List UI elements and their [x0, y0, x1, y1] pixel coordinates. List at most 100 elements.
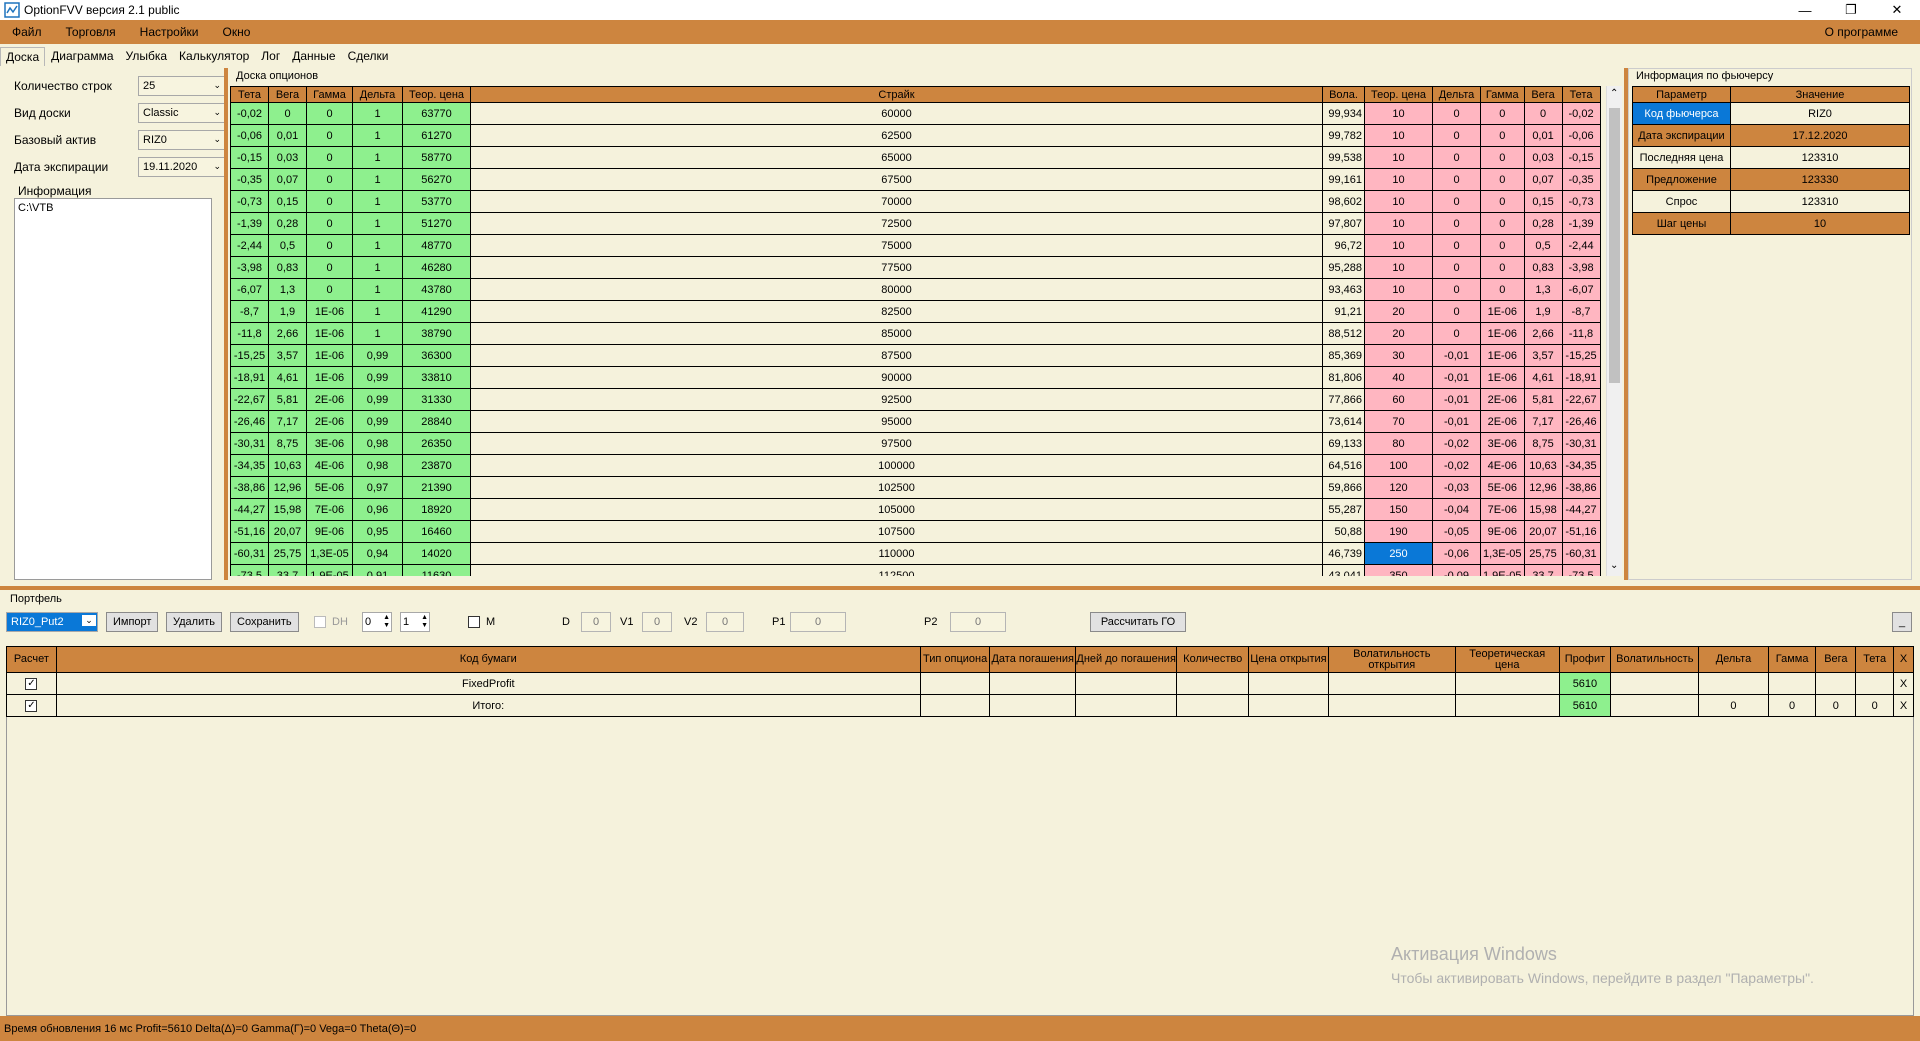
board-row[interactable]: -26,46 7,17 2E-06 0,99 28840 95000 73,614 70 -0,… — [230, 410, 1601, 433]
board-cell-theor-price[interactable]: 150 — [1364, 498, 1433, 521]
board-cell-theor-price[interactable]: 31330 — [402, 388, 471, 411]
board-cell-strike[interactable]: 85000 — [470, 322, 1323, 345]
board-header-vega[interactable]: Вега — [268, 86, 307, 103]
board-cell-vol[interactable]: 50,88 — [1322, 520, 1365, 543]
board-row[interactable]: -0,73 0,15 0 1 53770 70000 98,602 10 0 0 0,15 -0,73 — [230, 190, 1601, 213]
board-cell-theor-price[interactable]: 100 — [1364, 454, 1433, 477]
board-cell-theta[interactable]: -0,06 — [230, 124, 269, 147]
board-cell-delta[interactable]: 1 — [352, 102, 403, 125]
board-cell-strike[interactable]: 112500 — [470, 564, 1323, 576]
board-cell-vol[interactable]: 99,538 — [1322, 146, 1365, 169]
board-cell-delta[interactable]: 0,99 — [352, 388, 403, 411]
board-cell-theor-price[interactable]: 10 — [1364, 102, 1433, 125]
board-cell-theor-price[interactable]: 10 — [1364, 124, 1433, 147]
m-checkbox[interactable]: M — [468, 612, 495, 632]
board-cell-theor-price[interactable]: 48770 — [402, 234, 471, 257]
portfolio-header-option-type[interactable]: Тип опциона — [919, 646, 991, 673]
futures-param[interactable]: Спрос — [1632, 190, 1731, 213]
board-cell-gamma[interactable]: 9E-06 — [306, 520, 353, 543]
board-cell-theta[interactable]: -34,35 — [1561, 454, 1601, 477]
board-row[interactable]: -44,27 15,98 7E-06 0,96 18920 105000 55,287 150… — [230, 498, 1601, 521]
spinner-arrows-icon[interactable]: ▲ ▼ — [383, 614, 390, 630]
board-cell-strike[interactable]: 102500 — [470, 476, 1323, 499]
cell[interactable] — [1248, 694, 1329, 717]
board-cell-theor-price[interactable]: 30 — [1364, 344, 1433, 367]
board-cell-theta[interactable]: -6,07 — [230, 278, 269, 301]
board-cell-theta[interactable]: -44,27 — [1561, 498, 1601, 521]
board-cell-vega[interactable]: 0,01 — [1523, 124, 1563, 147]
board-cell-theta[interactable]: -11,8 — [230, 322, 269, 345]
board-cell-strike[interactable]: 87500 — [470, 344, 1323, 367]
portfolio-header-delta[interactable]: Дельта — [1698, 646, 1769, 673]
board-cell-gamma[interactable]: 0 — [306, 256, 353, 279]
spinner-1[interactable]: 0 ▲ ▼ — [362, 612, 392, 632]
board-cell-vega[interactable]: 33,7 — [1523, 564, 1563, 576]
cell[interactable] — [1454, 672, 1560, 695]
dh-checkbox-box[interactable] — [314, 616, 326, 628]
board-cell-delta[interactable]: -0,02 — [1432, 432, 1481, 455]
board-cell-theor-price[interactable]: 60 — [1364, 388, 1433, 411]
tab-calculator[interactable]: Калькулятор — [173, 46, 255, 66]
board-cell-delta[interactable]: 0 — [1432, 300, 1481, 323]
cell[interactable] — [1248, 672, 1329, 695]
board-cell-gamma[interactable]: 1,9E-05 — [1480, 564, 1525, 576]
futures-param[interactable]: Дата экспирации — [1632, 124, 1731, 147]
tab-smile[interactable]: Улыбка — [120, 46, 174, 66]
board-cell-gamma[interactable]: 1,3E-05 — [1480, 542, 1525, 565]
cell[interactable] — [1176, 694, 1250, 717]
expiration-select[interactable]: 19.11.2020 ⌄ — [138, 157, 226, 177]
board-cell-delta[interactable]: 0 — [1432, 278, 1481, 301]
board-cell-theta[interactable]: -6,07 — [1561, 278, 1601, 301]
board-cell-gamma[interactable]: 1,9E-05 — [306, 564, 353, 576]
cell[interactable] — [989, 694, 1076, 717]
board-cell-delta[interactable]: 0,98 — [352, 432, 403, 455]
board-cell-vega[interactable]: 25,75 — [268, 542, 307, 565]
board-cell-gamma[interactable]: 1E-06 — [1480, 322, 1525, 345]
board-cell-gamma[interactable]: 0 — [306, 212, 353, 235]
board-cell-theor-price[interactable]: 190 — [1364, 520, 1433, 543]
board-cell-strike[interactable]: 65000 — [470, 146, 1323, 169]
portfolio-header-open-volatility[interactable]: Волатильность открытия — [1327, 646, 1456, 673]
portfolio-row[interactable]: ✓ FixedProfit 5610 X — [6, 672, 1914, 695]
minimize-button[interactable]: — — [1782, 0, 1828, 20]
calc-checkbox[interactable]: ✓ — [25, 678, 38, 690]
board-cell-delta[interactable]: 1 — [352, 124, 403, 147]
board-cell-gamma[interactable]: 2E-06 — [1480, 388, 1525, 411]
board-cell-gamma[interactable]: 1E-06 — [306, 322, 353, 345]
board-cell-theta[interactable]: -8,7 — [230, 300, 269, 323]
board-cell-vega[interactable]: 0 — [1523, 102, 1563, 125]
vega-cell[interactable]: 0 — [1815, 694, 1857, 717]
board-cell-vol[interactable]: 88,512 — [1322, 322, 1365, 345]
board-cell-gamma[interactable]: 1E-06 — [1480, 300, 1525, 323]
portfolio-header-calc[interactable]: Расчет — [6, 646, 57, 673]
board-cell-vega[interactable]: 1,3 — [268, 278, 307, 301]
save-button[interactable]: Сохранить — [230, 612, 299, 632]
board-cell-theta[interactable]: -18,91 — [1561, 366, 1601, 389]
board-cell-theor-price[interactable]: 36300 — [402, 344, 471, 367]
board-cell-theta[interactable]: -0,73 — [1561, 190, 1601, 213]
board-cell-delta[interactable]: 0,99 — [352, 366, 403, 389]
futures-value[interactable]: 123310 — [1730, 146, 1910, 169]
board-cell-delta[interactable]: -0,03 — [1432, 476, 1481, 499]
cell[interactable] — [1610, 672, 1700, 695]
board-cell-theor-price[interactable]: 120 — [1364, 476, 1433, 499]
board-cell-theta[interactable]: -0,15 — [1561, 146, 1601, 169]
board-cell-delta[interactable]: -0,02 — [1432, 454, 1481, 477]
delta-cell[interactable]: 0 — [1698, 694, 1769, 717]
board-cell-vega[interactable]: 3,57 — [268, 344, 307, 367]
board-cell-delta[interactable]: -0,05 — [1432, 520, 1481, 543]
board-cell-theta[interactable]: -73,5 — [230, 564, 269, 576]
futures-row[interactable]: Последняя цена 123310 — [1632, 146, 1910, 169]
scroll-up-icon[interactable]: ⌃ — [1610, 88, 1618, 99]
board-cell-vega[interactable]: 0,5 — [1523, 234, 1563, 257]
profit-cell[interactable]: 5610 — [1558, 694, 1612, 717]
board-cell-theta[interactable]: -30,31 — [1561, 432, 1601, 455]
board-cell-delta[interactable]: 0,98 — [352, 454, 403, 477]
theta-cell[interactable]: 0 — [1855, 694, 1895, 717]
security-code-cell[interactable]: FixedProfit — [55, 672, 921, 695]
board-cell-theor-price[interactable]: 10 — [1364, 256, 1433, 279]
portfolio-header-gamma[interactable]: Гамма — [1767, 646, 1817, 673]
board-cell-theta[interactable]: -34,35 — [230, 454, 269, 477]
board-cell-theor-price[interactable]: 40 — [1364, 366, 1433, 389]
board-cell-strike[interactable]: 97500 — [470, 432, 1323, 455]
